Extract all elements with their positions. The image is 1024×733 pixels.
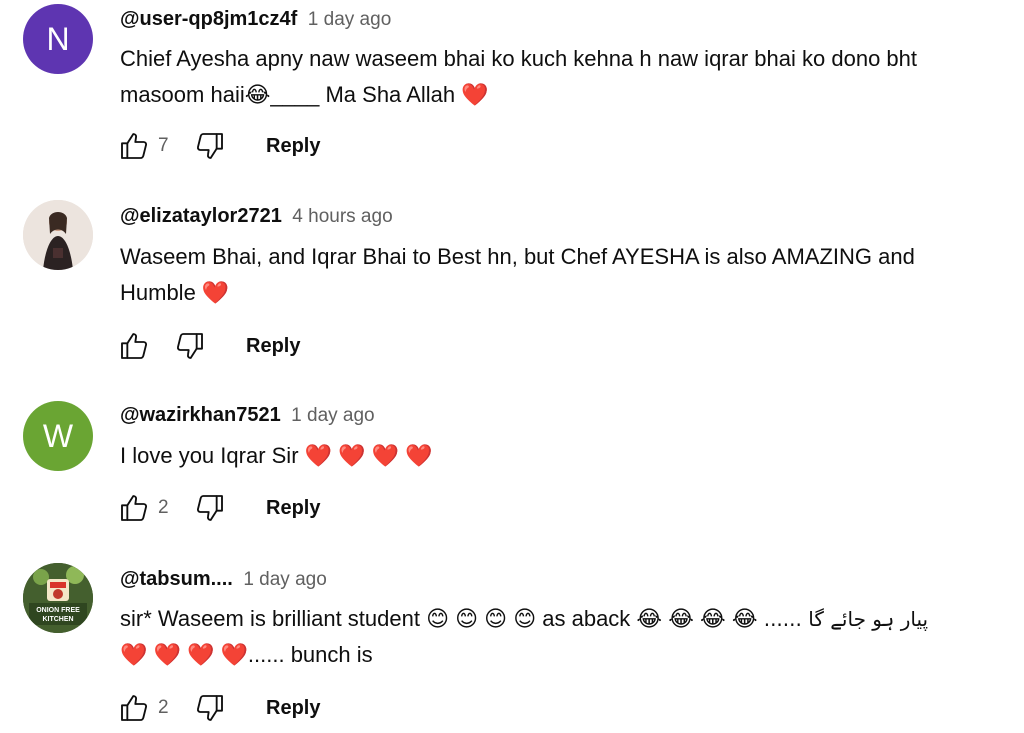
comment-header: @elizataylor2721 4 hours ago	[120, 205, 393, 228]
comment-actions: 7 Reply	[118, 128, 320, 164]
thumbs-down-icon[interactable]	[194, 692, 226, 724]
avatar[interactable]	[23, 200, 93, 270]
comment-actions: Reply	[118, 328, 300, 364]
kitchen-logo-line2: KITCHEN	[42, 616, 73, 623]
reply-button[interactable]: Reply	[266, 697, 320, 720]
thumbs-up-icon[interactable]	[118, 492, 150, 524]
thumbs-down-icon[interactable]	[194, 492, 226, 524]
comment-time[interactable]: 1 day ago	[291, 405, 374, 426]
comment-actions: 2 Reply	[118, 490, 320, 526]
comment-author[interactable]: @wazirkhan7521	[120, 404, 281, 426]
comment-text: sir* Waseem is brilliant student 😊 😊 😊 😊…	[120, 601, 1000, 673]
comment-time[interactable]: 1 day ago	[243, 569, 326, 590]
comment-line-text: sir* Waseem is brilliant student 😊 😊 😊 😊…	[120, 606, 758, 631]
like-count: 7	[158, 135, 169, 156]
reply-button[interactable]: Reply	[266, 497, 320, 520]
reply-button[interactable]: Reply	[266, 135, 320, 158]
comment-text: I love you Iqrar Sir ❤️ ❤️ ❤️ ❤️	[120, 438, 1000, 474]
avatar[interactable]: ONION FREE KITCHEN	[23, 563, 93, 633]
kitchen-logo: ONION FREE KITCHEN	[23, 563, 93, 633]
avatar-letter: W	[42, 417, 74, 454]
urdu-text: پیار ہو جائے گا ......	[763, 607, 929, 631]
comment-line: Waseem Bhai, and Iqrar Bhai to Best hn, …	[120, 244, 915, 269]
comment-time[interactable]: 4 hours ago	[292, 206, 392, 227]
comment-line: Chief Ayesha apny naw waseem bhai ko kuc…	[120, 46, 917, 71]
thumbs-down-icon[interactable]	[174, 330, 206, 362]
comment-line: Humble ❤️	[120, 280, 230, 305]
comment-header: @tabsum.... 1 day ago	[120, 568, 327, 591]
comment-text: Waseem Bhai, and Iqrar Bhai to Best hn, …	[120, 239, 1000, 311]
comment-author[interactable]: @user-qp8jm1cz4f	[120, 8, 297, 30]
like-count: 2	[158, 697, 169, 718]
comment-actions: 2 Reply	[118, 690, 320, 726]
profile-photo	[23, 200, 93, 270]
comment-line: sir* Waseem is brilliant student 😊 😊 😊 😊…	[120, 601, 1000, 637]
thumbs-up-icon[interactable]	[118, 692, 150, 724]
comment-line: masoom haii😂____ Ma Sha Allah ❤️	[120, 82, 489, 107]
thumbs-up-icon[interactable]	[118, 130, 150, 162]
reply-button[interactable]: Reply	[246, 335, 300, 358]
avatar[interactable]: N	[23, 4, 93, 74]
comment-author[interactable]: @tabsum....	[120, 568, 233, 590]
comment-line: ❤️ ❤️ ❤️ ❤️...... bunch is	[120, 642, 373, 667]
like-count: 2	[158, 497, 169, 518]
kitchen-logo-line1: ONION FREE	[36, 607, 80, 614]
comment-text: Chief Ayesha apny naw waseem bhai ko kuc…	[120, 41, 1000, 113]
thumbs-down-icon[interactable]	[194, 130, 226, 162]
comment-time[interactable]: 1 day ago	[308, 9, 391, 30]
comment-line: I love you Iqrar Sir ❤️ ❤️ ❤️ ❤️	[120, 443, 433, 468]
avatar[interactable]: W	[23, 401, 93, 471]
avatar-letter: N	[46, 20, 70, 57]
thumbs-up-icon[interactable]	[118, 330, 150, 362]
comment-author[interactable]: @elizataylor2721	[120, 205, 282, 227]
comment-header: @wazirkhan7521 1 day ago	[120, 404, 375, 427]
comment-header: @user-qp8jm1cz4f 1 day ago	[120, 8, 391, 31]
